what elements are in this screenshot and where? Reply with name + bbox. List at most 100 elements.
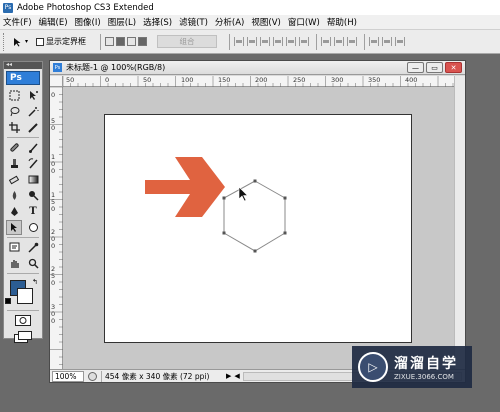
scroll-left-arrow-icon[interactable]: ◀ — [234, 372, 239, 380]
close-button[interactable]: ✕ — [445, 62, 462, 73]
lasso-tool-icon[interactable] — [6, 104, 22, 119]
distribute-left-icon[interactable] — [369, 37, 380, 46]
vertical-ruler[interactable]: 0 5 0 1 0 0 1 5 0 2 0 0 2 5 0 3 0 0 — [50, 87, 63, 369]
distribute-bottom-icon[interactable] — [347, 37, 358, 46]
dodge-tool-icon[interactable] — [25, 188, 41, 203]
anchor-point[interactable] — [253, 249, 257, 253]
divider — [7, 310, 39, 311]
combine-button[interactable]: 组合 — [157, 35, 218, 48]
default-colors-icon[interactable] — [5, 298, 11, 304]
document-title-bar[interactable]: Ps 未标题-1 @ 100%(RGB/8) — ▭ ✕ — [50, 61, 465, 75]
subtract-from-shape-area-icon[interactable] — [116, 37, 126, 46]
zoom-tool-icon[interactable] — [25, 256, 41, 271]
clone-stamp-tool-icon[interactable] — [6, 156, 22, 171]
intersect-shape-areas-icon[interactable] — [127, 37, 137, 46]
menu-analysis[interactable]: 分析(A) — [215, 16, 244, 28]
swap-colors-icon[interactable]: ↰ — [32, 278, 38, 286]
document-window: Ps 未标题-1 @ 100%(RGB/8) — ▭ ✕ 50 0 50 100… — [49, 60, 466, 383]
distribute-horizontal-center-icon[interactable] — [382, 37, 393, 46]
distribute-top-icon[interactable] — [321, 37, 332, 46]
hand-tool-icon[interactable] — [6, 256, 22, 271]
mouse-cursor-icon — [238, 186, 249, 202]
menu-edit[interactable]: 编辑(E) — [39, 16, 68, 28]
add-to-shape-area-icon[interactable] — [105, 37, 115, 46]
magic-wand-tool-icon[interactable] — [25, 104, 41, 119]
menu-file[interactable]: 文件(F) — [3, 16, 32, 28]
anchor-point[interactable] — [253, 179, 257, 183]
document-size-info: 454 像素 x 340 像素 (72 ppi) — [101, 370, 223, 382]
options-bar-grip[interactable] — [3, 32, 6, 51]
show-bounding-box-checkbox[interactable] — [36, 37, 45, 46]
vertical-scrollbar[interactable] — [454, 76, 465, 369]
align-top-icon[interactable] — [234, 37, 245, 46]
toolbox-header[interactable]: ◂◂ — [4, 61, 42, 69]
healing-brush-tool-icon[interactable] — [6, 140, 22, 155]
menu-view[interactable]: 视图(V) — [251, 16, 280, 28]
exclude-overlapping-areas-icon[interactable] — [138, 37, 148, 46]
ruler-h-label: 300 — [331, 76, 344, 84]
divider — [7, 273, 39, 274]
collapse-icon[interactable]: ◂◂ — [6, 61, 12, 68]
menu-filter[interactable]: 滤镜(T) — [179, 16, 208, 28]
document-canvas[interactable] — [104, 114, 412, 343]
menu-window[interactable]: 窗口(W) — [288, 16, 320, 28]
marquee-tool-icon[interactable] — [6, 88, 22, 103]
notes-tool-icon[interactable] — [6, 240, 22, 255]
maximize-button[interactable]: ▭ — [426, 62, 443, 73]
photoshop-app-icon: Ps — [3, 2, 13, 13]
eraser-tool-icon[interactable] — [6, 172, 22, 187]
color-swatches: ↰ — [4, 278, 42, 308]
anchor-point[interactable] — [222, 231, 226, 235]
app-title: Adobe Photoshop CS3 Extended — [17, 2, 154, 13]
gradient-tool-icon[interactable] — [25, 172, 41, 187]
shape-tool-icon[interactable] — [25, 220, 41, 235]
anchor-point[interactable] — [283, 231, 287, 235]
align-left-icon[interactable] — [273, 37, 284, 46]
divider — [7, 237, 39, 238]
minimize-button[interactable]: — — [407, 62, 424, 73]
menu-image[interactable]: 图像(I) — [75, 16, 101, 28]
ruler-v-label: 0 — [51, 242, 56, 250]
menu-layer[interactable]: 图层(L) — [108, 16, 136, 28]
align-right-icon[interactable] — [299, 37, 310, 46]
brush-tool-icon[interactable] — [25, 140, 41, 155]
type-tool-icon[interactable]: T — [25, 204, 41, 219]
align-horizontal-center-icon[interactable] — [286, 37, 297, 46]
crop-tool-icon[interactable] — [6, 120, 22, 135]
menu-select[interactable]: 选择(S) — [143, 16, 172, 28]
status-menu-arrow-icon[interactable]: ▶ — [226, 372, 231, 380]
anchor-point[interactable] — [283, 196, 287, 200]
menu-help[interactable]: 帮助(H) — [327, 16, 357, 28]
eyedropper-tool-icon[interactable] — [25, 240, 41, 255]
slice-tool-icon[interactable] — [25, 120, 41, 135]
distribute-right-icon[interactable] — [395, 37, 406, 46]
quick-mask-mode-icon[interactable] — [15, 315, 31, 328]
zoom-level-field[interactable]: 100% — [52, 370, 84, 382]
watermark-site: ZIXUE.3066.COM — [394, 373, 454, 381]
align-vertical-center-icon[interactable] — [247, 37, 258, 46]
move-tool-icon[interactable] — [25, 88, 41, 103]
hexagon-path-outline[interactable] — [223, 180, 286, 252]
distribute-vertical-center-icon[interactable] — [334, 37, 345, 46]
status-info-icon[interactable] — [88, 371, 97, 381]
align-bottom-icon[interactable] — [260, 37, 271, 46]
divider — [364, 33, 366, 50]
path-selection-tool-icon[interactable] — [12, 37, 22, 47]
blur-tool-icon[interactable] — [6, 188, 22, 203]
divider — [100, 33, 102, 50]
pen-tool-icon[interactable] — [6, 204, 22, 219]
anchor-point[interactable] — [222, 196, 226, 200]
horizontal-ruler[interactable]: 50 0 50 100 150 200 250 300 350 400 — [63, 76, 455, 87]
background-color-swatch[interactable] — [17, 288, 33, 304]
divider — [7, 137, 39, 138]
ruler-h-label: 200 — [255, 76, 268, 84]
ruler-v-label: 0 — [51, 91, 56, 99]
tool-preset-chevron-icon[interactable]: ▾ — [25, 38, 28, 45]
history-brush-tool-icon[interactable] — [25, 156, 41, 171]
screen-mode-icon[interactable] — [14, 331, 32, 345]
canvas-pasteboard[interactable] — [63, 87, 455, 369]
ruler-origin[interactable] — [50, 76, 63, 87]
path-selection-tool-icon[interactable] — [6, 220, 22, 235]
photoshop-logo[interactable]: Ps — [6, 71, 40, 85]
watermark-brand: 溜溜自学 — [394, 356, 458, 372]
